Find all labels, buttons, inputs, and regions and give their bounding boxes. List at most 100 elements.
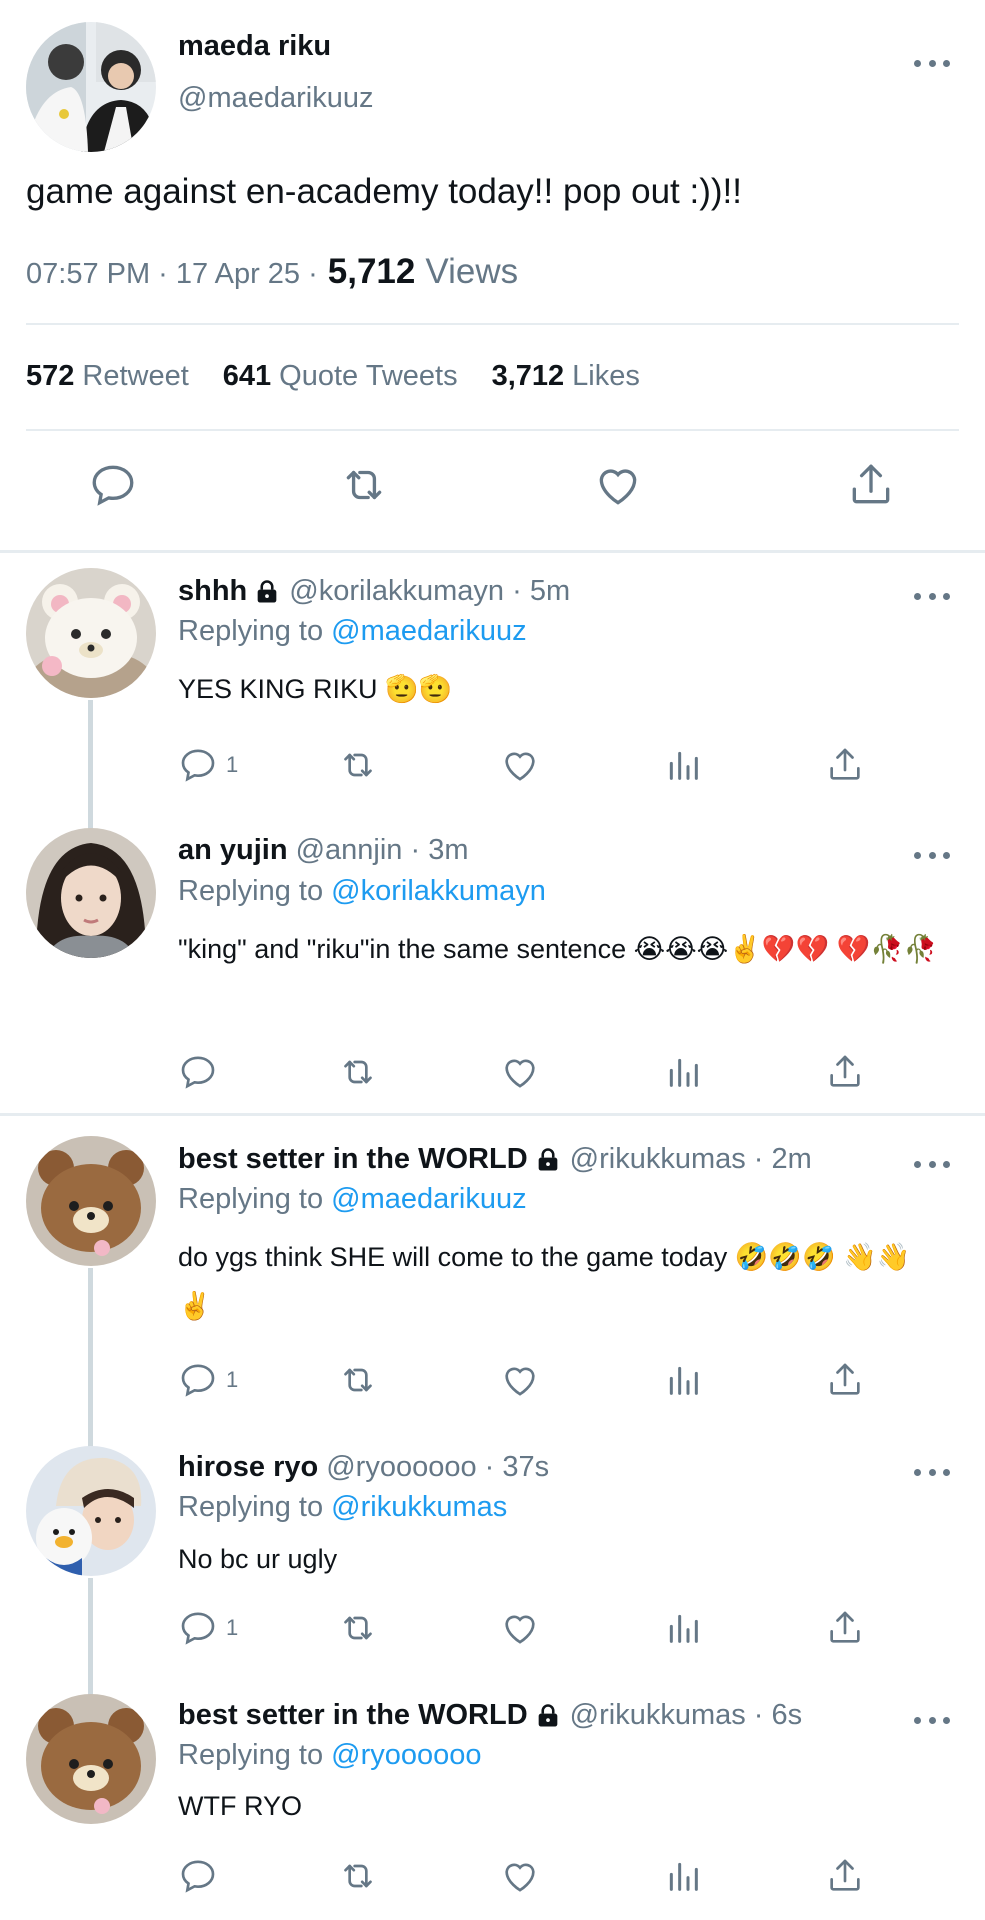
reply-author-name[interactable]: hirose ryo (178, 1451, 318, 1484)
retweet-button[interactable] (338, 1854, 378, 1898)
share-icon (830, 1363, 860, 1395)
reply-count: 1 (226, 1367, 239, 1392)
retweet-button[interactable] (338, 743, 378, 787)
like-button[interactable] (500, 1854, 540, 1898)
reply-handle-time[interactable]: @korilakkumayn · 5m (289, 575, 570, 608)
reply-handle-time[interactable]: @ryoooooo · 37s (326, 1451, 549, 1484)
views-button[interactable] (663, 1854, 703, 1898)
main-tweet: maeda riku @maedarikuuz game against en-… (0, 0, 985, 552)
replying-to-mention[interactable]: @maedarikuuz (331, 615, 526, 647)
reply-author-name[interactable]: best setter in the WORLD (178, 1143, 528, 1176)
main-tweet-actions (0, 460, 985, 524)
reply-text: "king" and "riku"in the same sentence 😭😭… (178, 934, 938, 964)
more-options-icon[interactable] (914, 590, 950, 602)
main-tweet-avatar[interactable] (26, 22, 156, 152)
more-options-icon[interactable] (914, 1714, 950, 1726)
retweet-button[interactable] (338, 1606, 378, 1650)
views-button[interactable] (663, 1050, 703, 1094)
reply-avatar[interactable] (26, 568, 156, 698)
like-button[interactable] (500, 1050, 540, 1094)
reply-button[interactable]: 1 (178, 1606, 238, 1650)
reply-handle-time[interactable]: @annjin · 3m (296, 834, 469, 867)
replying-to-mention[interactable]: @korilakkumayn (331, 875, 546, 907)
reply-header: best setter in the WORLD @rikukkumas · 2… (178, 1143, 812, 1176)
replying-to-label: Replying to (178, 1183, 324, 1215)
main-tweet-author-handle[interactable]: @maedarikuuz (178, 82, 373, 115)
reply-handle-time[interactable]: @rikukkumas · 6s (570, 1699, 802, 1732)
retweet-button[interactable] (338, 1050, 378, 1094)
retweet-button[interactable] (338, 1358, 378, 1402)
more-options-icon[interactable] (914, 57, 950, 69)
quotes-count: 641 (222, 360, 272, 392)
views-label: Views (425, 252, 519, 291)
retweet-icon (344, 1616, 372, 1640)
more-options-icon[interactable] (914, 849, 950, 861)
reply-button[interactable]: 1 (178, 743, 238, 787)
reply-icon[interactable] (88, 460, 138, 510)
quotes-stat[interactable]: 641 Quote Tweets (223, 360, 458, 393)
reply-actions (178, 1854, 898, 1898)
like-button[interactable] (500, 1606, 540, 1650)
reply-button[interactable] (178, 1050, 226, 1094)
reply-text: WTF RYO (178, 1791, 302, 1821)
like-button[interactable] (500, 743, 540, 787)
share-button[interactable] (825, 1606, 865, 1650)
retweets-label: Retweet (82, 360, 189, 392)
replying-to-label: Replying to (178, 1491, 324, 1523)
quotes-label: Quote Tweets (279, 360, 458, 392)
lock-icon (534, 1146, 562, 1174)
reply-author-name[interactable]: shhh (178, 575, 247, 608)
retweet-icon (344, 1060, 372, 1084)
replying-to-mention[interactable]: @ryoooooo (331, 1739, 481, 1771)
more-options-icon[interactable] (914, 1158, 950, 1170)
retweets-stat[interactable]: 572 Retweet (26, 360, 189, 393)
more-options-icon[interactable] (914, 1466, 950, 1478)
reply-icon (181, 1056, 215, 1089)
reply-actions: 1 (178, 1606, 898, 1650)
replying-to-mention[interactable]: @maedarikuuz (331, 1183, 526, 1215)
avatar-photo (26, 828, 156, 958)
share-button[interactable] (825, 1358, 865, 1402)
reply-avatar[interactable] (26, 828, 156, 958)
reply-author-name[interactable]: best setter in the WORLD (178, 1699, 528, 1732)
views-icon (669, 1058, 698, 1087)
reply-button[interactable] (178, 1854, 226, 1898)
likes-stat[interactable]: 3,712 Likes (492, 360, 640, 393)
reply-actions: 1 (178, 1358, 898, 1402)
reply-avatar[interactable] (26, 1446, 156, 1576)
share-button[interactable] (825, 1854, 865, 1898)
reply-handle-time[interactable]: @rikukkumas · 2m (570, 1143, 812, 1176)
main-tweet-author-name[interactable]: maeda riku (178, 30, 331, 63)
reply-avatar[interactable] (26, 1136, 156, 1266)
likes-count: 3,712 (491, 360, 565, 392)
reply-actions (178, 1050, 898, 1094)
thread-line (88, 1268, 93, 1448)
reply-icon (181, 1612, 215, 1645)
share-button[interactable] (825, 743, 865, 787)
divider (26, 429, 959, 431)
share-icon (830, 1611, 860, 1643)
reply-icon (181, 749, 215, 782)
thread-line (88, 700, 93, 830)
reply-header: best setter in the WORLD @rikukkumas · 6… (178, 1699, 802, 1732)
replying-to-mention[interactable]: @rikukkumas (331, 1491, 507, 1523)
share-button[interactable] (825, 1050, 865, 1094)
main-tweet-text: game against en-academy today!! pop out … (26, 172, 742, 211)
views-button[interactable] (663, 1358, 703, 1402)
views-button[interactable] (663, 743, 703, 787)
like-button[interactable] (500, 1358, 540, 1402)
replying-to: Replying to @korilakkumayn (178, 875, 546, 908)
avatar-photo (26, 1446, 156, 1576)
share-icon (830, 1859, 860, 1891)
replying-to-label: Replying to (178, 615, 324, 647)
reply-button[interactable]: 1 (178, 1358, 238, 1402)
retweet-icon[interactable] (339, 460, 389, 510)
share-icon (830, 1055, 860, 1087)
views-icon (669, 1614, 698, 1643)
share-icon[interactable] (846, 460, 896, 510)
reply-author-name[interactable]: an yujin (178, 834, 288, 867)
like-icon[interactable] (593, 460, 643, 510)
views-button[interactable] (663, 1606, 703, 1650)
reply-count: 1 (226, 1615, 239, 1640)
reply-avatar[interactable] (26, 1694, 156, 1824)
